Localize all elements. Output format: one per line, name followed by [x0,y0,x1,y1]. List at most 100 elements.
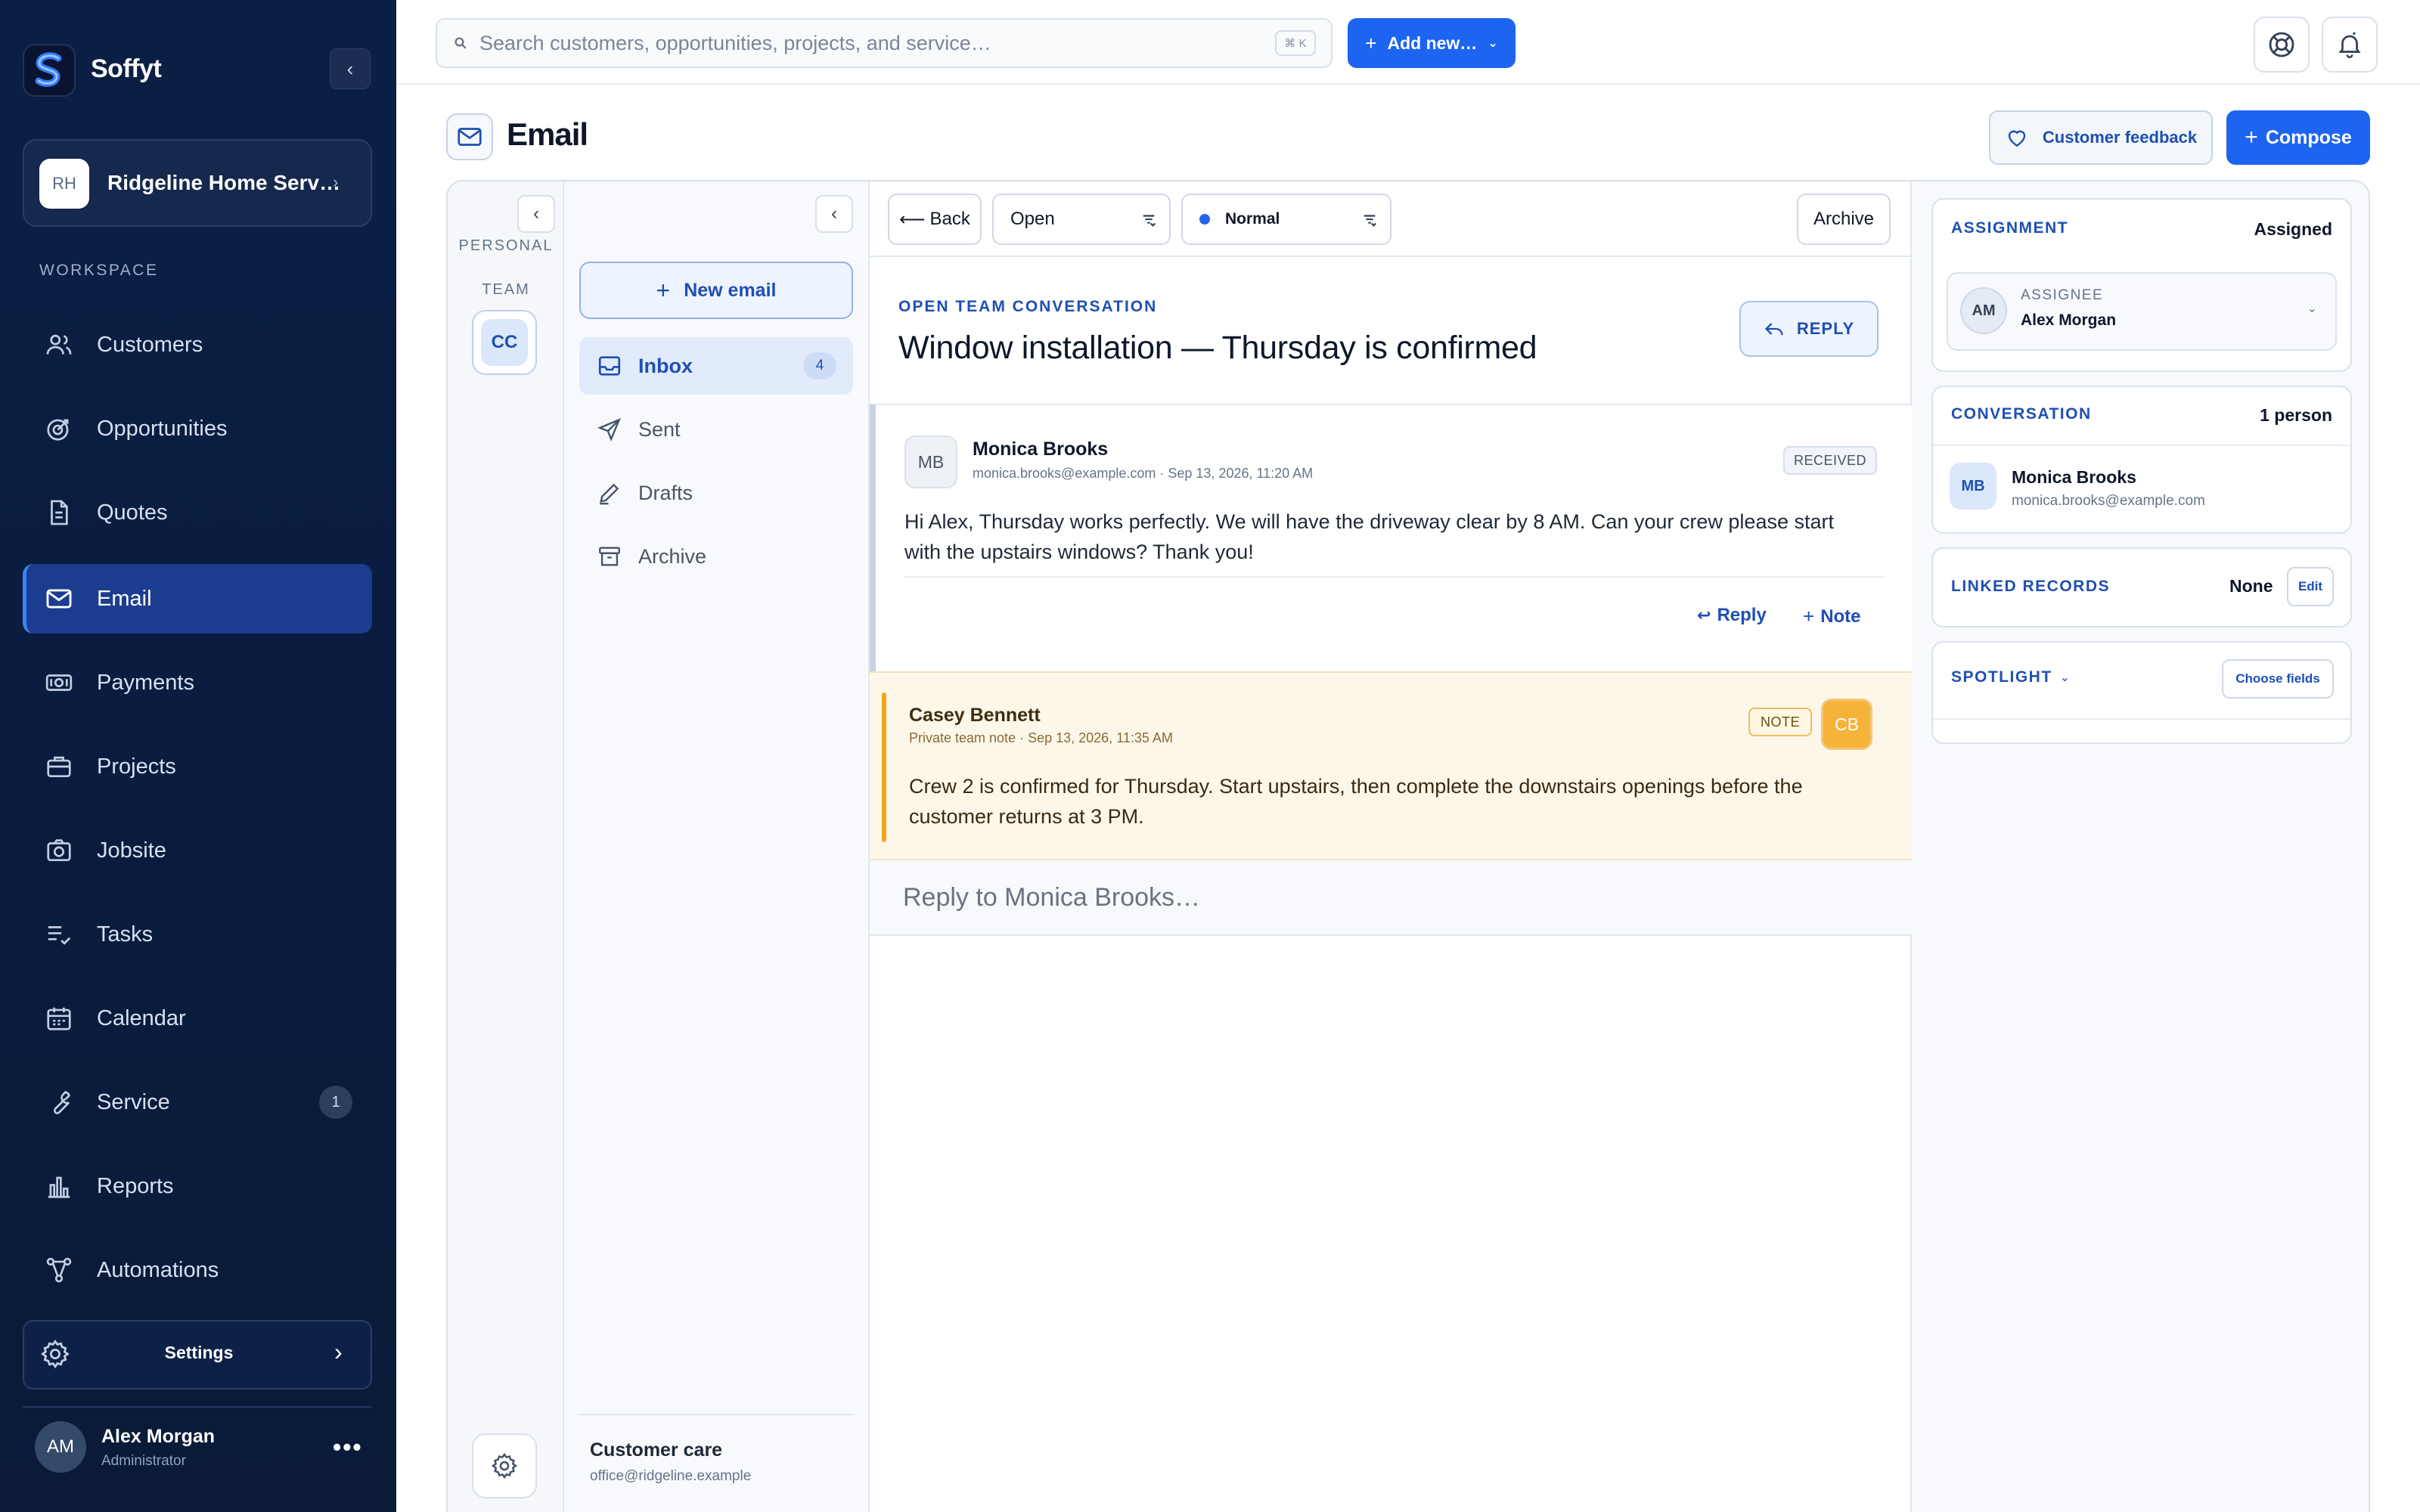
sidebar-item-automations[interactable]: Automations [23,1235,372,1305]
sidebar-item-service[interactable]: Service 1 [23,1067,372,1137]
users-icon [44,330,74,360]
private-note: Casey Bennett Private team note · Sep 13… [870,671,1912,860]
collapse-rail-button[interactable]: ‹ [517,195,555,233]
message-received: MB Monica Brooks monica.brooks@example.c… [870,404,1912,671]
workspace-switcher[interactable]: RH Ridgeline Home Serv… › [23,139,372,227]
personal-mailboxes-label[interactable]: PERSONAL [448,237,564,255]
user-role: Administrator [101,1453,186,1469]
more-icon[interactable]: ••• [333,1433,363,1461]
message-body: Hi Alex, Thursday works perfectly. We wi… [904,510,1834,563]
edit-linked-records-button[interactable]: Edit [2287,567,2334,606]
workspace-name: Ridgeline Home Serv… [107,171,341,194]
global-search[interactable]: Search customers, opportunities, project… [436,18,1333,68]
search-shortcut: ⌘ K [1275,30,1316,56]
reply-button[interactable]: REPLY [1739,301,1879,357]
chevron-down-icon: ⌄ [1488,37,1498,50]
compose-button[interactable]: + Compose [2226,110,2370,165]
choose-fields-button[interactable]: Choose fields [2222,659,2334,699]
folder-drafts[interactable]: Drafts [579,464,853,522]
brand-logo[interactable] [23,44,76,97]
sidebar-item-label: Service [97,1089,170,1114]
collapse-folders-button[interactable]: ‹ [815,195,853,233]
sidebar-item-tasks[interactable]: Tasks [23,900,372,969]
sidebar-item-label: Tasks [97,922,154,947]
reply-placeholder: Reply to Monica Brooks… [903,882,1201,912]
card-divider [1933,718,2350,720]
sidebar-item-quotes[interactable]: Quotes [23,478,372,547]
mail-icon [44,584,74,614]
note-author: Casey Bennett [909,705,1041,726]
topbar: Search customers, opportunities, project… [396,0,2420,85]
message-reply-link[interactable]: ↩ Reply [1697,605,1767,626]
new-email-label: New email [684,279,777,301]
folder-panel: ‹ + New email Inbox 4 Sent Drafts Archiv… [564,181,870,1512]
priority-dot-icon [1199,214,1210,225]
customer-feedback-button[interactable]: Customer feedback [1989,110,2213,165]
participant-email: monica.brooks@example.com [2012,493,2205,509]
workflow-icon [44,1255,74,1285]
collapse-sidebar-button[interactable]: ‹ [330,48,371,89]
team-mailboxes-label: TEAM [482,281,530,298]
conversation-pane: ⟵ Back Open Normal Archive OPEN TEAM CON… [870,181,1912,1512]
folder-archive[interactable]: Archive [579,528,853,585]
status-value: Open [1010,209,1055,229]
archive-button[interactable]: Archive [1797,194,1891,245]
linked-records-title: LINKED RECORDS [1951,578,2111,595]
chevron-left-icon: ‹ [831,203,837,224]
message-note-label: Note [1820,606,1861,627]
sidebar-item-payments[interactable]: Payments [23,648,372,717]
sidebar-item-label: Projects [97,754,176,779]
sidebar-item-opportunities[interactable]: Opportunities [23,394,372,463]
status-select[interactable]: Open [992,194,1171,245]
sidebar-item-projects[interactable]: Projects [23,732,372,801]
conversation-type: OPEN TEAM CONVERSATION [898,298,1158,315]
sidebar-item-email[interactable]: Email [23,564,372,634]
team-mailbox-avatar: CC [481,319,528,366]
service-count-badge: 1 [319,1086,352,1119]
priority-select[interactable]: Normal [1181,194,1392,245]
wrench-icon [44,1087,74,1117]
cash-icon [44,668,74,698]
add-new-button[interactable]: + Add new… ⌄ [1348,18,1516,68]
spotlight-toggle[interactable]: SPOTLIGHT ⌄ [1951,668,2070,686]
chevron-left-icon: ‹ [346,57,354,80]
customer-feedback-label: Customer feedback [2042,128,2198,147]
sidebar-item-reports[interactable]: Reports [23,1151,372,1221]
sidebar-item-label: Email [97,586,152,611]
settings-button[interactable]: Settings › [23,1320,372,1390]
assignee-select[interactable]: AM ASSIGNEE Alex Morgan ⌄ [1947,272,2337,351]
folder-sent[interactable]: Sent [579,401,853,458]
document-icon [44,497,74,528]
message-note-link[interactable]: + Note [1803,605,1861,628]
conversation-card: CONVERSATION 1 person MB Monica Brooks m… [1931,386,2352,534]
user-avatar[interactable]: AM [35,1421,86,1473]
chevron-right-icon: › [333,172,339,191]
camera-icon [44,835,74,866]
bar-chart-icon [44,1171,74,1201]
plus-icon: + [656,276,671,304]
back-button[interactable]: ⟵ Back [888,194,982,245]
sidebar-item-calendar[interactable]: Calendar [23,984,372,1053]
chevron-right-icon: › [334,1338,343,1365]
note-author-avatar: CB [1821,699,1872,750]
chevron-down-icon: ⌄ [2059,671,2071,684]
reply-input[interactable]: Reply to Monica Brooks… [870,860,1912,936]
send-icon [596,416,623,443]
sidebar-item-customers[interactable]: Customers [23,310,372,380]
sidebar-item-label: Opportunities [97,416,228,441]
mailbox-name: Customer care [590,1439,723,1461]
sidebar-item-label: Reports [97,1173,174,1198]
assignment-title: ASSIGNMENT [1951,219,2069,237]
folder-inbox[interactable]: Inbox 4 [579,337,853,395]
new-email-button[interactable]: + New email [579,262,853,319]
help-button[interactable] [2254,17,2310,73]
participant-name: Monica Brooks [2012,467,2136,487]
briefcase-icon [44,751,74,782]
user-name: Alex Morgan [101,1426,216,1447]
search-input[interactable]: Search customers, opportunities, project… [479,32,991,55]
pencil-icon [596,479,623,507]
team-mailbox-customer-care[interactable]: CC [472,310,537,375]
mailbox-settings-button[interactable] [472,1433,537,1498]
sidebar-item-jobsite[interactable]: Jobsite [23,816,372,885]
notifications-button[interactable] [2322,17,2378,73]
